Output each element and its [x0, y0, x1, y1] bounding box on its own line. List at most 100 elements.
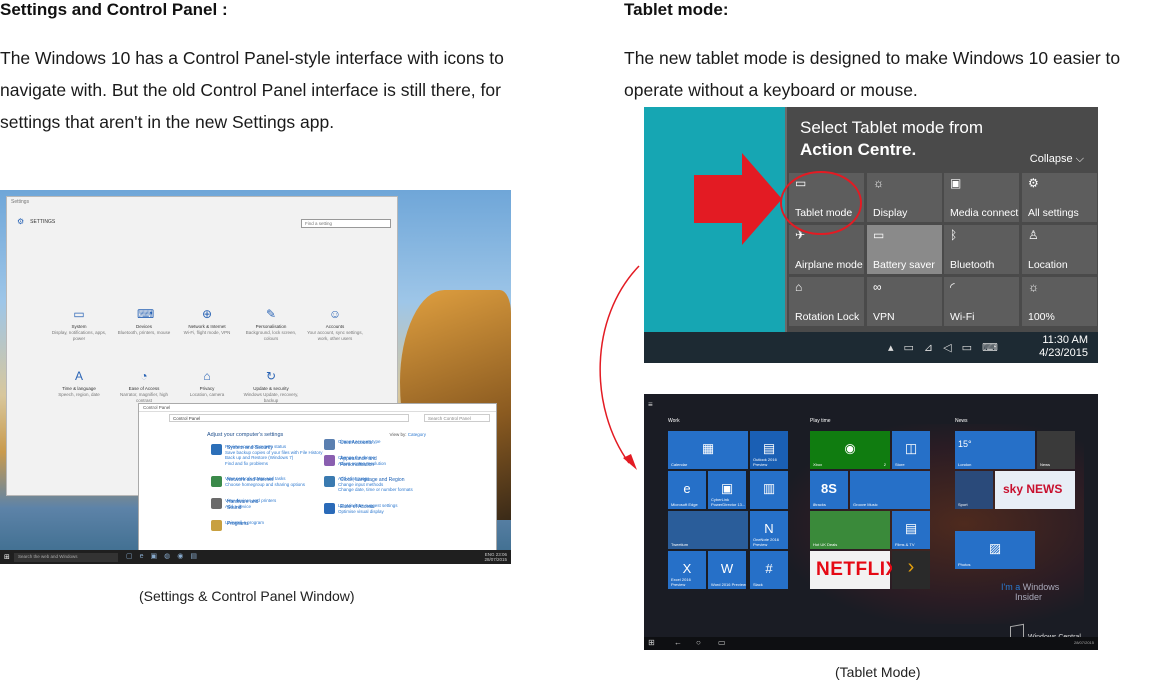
settings-item-network[interactable]: ⊕ Network & Internet Wi-Fi, flight mode,… [177, 307, 237, 336]
tile-cyberlink[interactable]: ▣ CyberLink PowerDirector 13... [708, 471, 746, 509]
tile-news[interactable]: News [1037, 431, 1075, 469]
cp-appearance[interactable]: Appearance and Personalisation Change th… [324, 455, 386, 467]
settings-item-ease-of-access[interactable]: ◔ Ease of Access Narrator, magnifier, hi… [114, 369, 174, 404]
collapse-button[interactable]: Collapse ⌵ [1030, 153, 1084, 166]
users-icon [324, 439, 335, 450]
settings-item-devices[interactable]: ⌨ Devices Bluetooth, printers, mouse [114, 307, 174, 336]
settings-item-privacy[interactable]: ⌂ Privacy Location, camera [177, 369, 237, 398]
refresh-icon: ↻ [265, 369, 277, 383]
language-icon: A [74, 369, 83, 383]
windows-start-icon[interactable]: ⊞ [648, 638, 655, 647]
tile-store[interactable]: ◫ Store [892, 431, 930, 469]
system-tray-icons[interactable]: ▴▭⊿◁▭⌨ [888, 341, 1008, 354]
action-centre-panel: Select Tablet mode from Action Centre. C… [785, 107, 1098, 335]
media-connect-icon: ▣ [950, 176, 962, 190]
tile-photos[interactable]: ▨ Photos [955, 531, 1035, 569]
tile-sky-news[interactable]: sky NEWS [995, 471, 1075, 509]
control-panel-search-input[interactable]: Search Control Panel [424, 414, 490, 422]
programs-icon [211, 520, 222, 531]
plex-icon: › [907, 556, 915, 579]
settings-screenshot: Settings ⚙ SETTINGS Find a setting ▭ Sys… [0, 190, 511, 564]
ease-of-access-icon [324, 503, 335, 514]
cp-network-internet[interactable]: Network and Internet View network status… [211, 476, 305, 487]
tile-display[interactable]: ☼ Display [867, 173, 942, 222]
left-line-1: The Windows 10 has a Control Panel-style… [0, 48, 504, 68]
tile-plex[interactable]: › [892, 551, 930, 589]
control-panel-title: Adjust your computer's settings [207, 432, 284, 438]
settings-item-update[interactable]: ↻ Update & security Windows Update, reco… [241, 369, 301, 404]
taskbar-clock[interactable]: ENG 23:06 28/07/2015 [484, 552, 507, 562]
action-centre-taskbar: ▴▭⊿◁▭⌨ 11:30 AM 4/23/2015 [644, 332, 1098, 363]
action-centre-screenshot: Select Tablet mode from Action Centre. C… [644, 107, 1098, 363]
back-arrow-icon[interactable]: ← [674, 638, 682, 647]
tile-all-settings[interactable]: ⚙ All settings [1022, 173, 1097, 222]
tile-excel[interactable]: X Excel 2016 Preview [668, 551, 706, 589]
tile-brightness[interactable]: ☼ 100% [1022, 277, 1097, 326]
left-line-3: settings that aren't in the new Settings… [0, 112, 335, 132]
view-by-selector[interactable]: View by: Category [390, 432, 426, 437]
film-icon: ▤ [904, 520, 918, 536]
tile-tweetium[interactable]: Tweetium [668, 511, 748, 549]
cp-ease-of-access[interactable]: Ease of Access Let Windows suggest setti… [324, 503, 398, 514]
tile-media-connect[interactable]: ▣ Media connect [944, 173, 1019, 222]
excel-icon: X [682, 561, 692, 576]
network-icon [211, 476, 222, 487]
taskbar-clock[interactable]: 11:30 AM 4/23/2015 [1039, 334, 1088, 360]
settings-item-time-language[interactable]: A Time & language Speech, region, date [49, 369, 109, 398]
tile-location[interactable]: ♙ Location [1022, 225, 1097, 274]
bluetooth-icon: ᛒ [950, 228, 958, 242]
tile-tablet-mode[interactable]: ▭ Tablet mode [789, 173, 864, 222]
word-icon: W [720, 561, 734, 576]
tile-films-tv[interactable]: ▤ Films & TV [892, 511, 930, 549]
settings-item-personalisation[interactable]: ✎ Personalisation Background, lock scree… [241, 307, 301, 342]
taskbar-search-input[interactable]: Search the web and Windows [14, 553, 118, 562]
hamburger-menu-icon[interactable]: ≡ [648, 400, 653, 409]
cp-system-security[interactable]: System and Security Review your computer… [211, 444, 323, 466]
tile-weather[interactable]: 15° London [955, 431, 1035, 469]
tile-vpn[interactable]: ∞ VPN [867, 277, 942, 326]
tile-sport[interactable]: Sport [955, 471, 993, 509]
tile-onenote[interactable]: N OneNote 2016 Preview [750, 511, 788, 549]
find-setting-input[interactable]: Find a setting [301, 219, 391, 228]
left-line-2: navigate with. But the old Control Panel… [0, 80, 501, 100]
cp-user-accounts[interactable]: User Accounts Change account type [324, 439, 381, 450]
chevron-down-icon: ⌵ [1075, 153, 1084, 165]
cp-hardware-sound[interactable]: Hardware and Sound View devices and prin… [211, 498, 276, 510]
cp-programs[interactable]: Programs Uninstall a program [211, 520, 264, 531]
windows-start-icon[interactable]: ⊞ [4, 553, 10, 561]
red-arrow-icon [694, 153, 782, 245]
tile-slack[interactable]: # Slack [750, 551, 788, 589]
tile-bluetooth[interactable]: ᛒ Bluetooth [944, 225, 1019, 274]
tile-netflix[interactable]: NETFLIX [810, 551, 898, 589]
group-playtime-label: Play time [810, 418, 831, 424]
tablet-mode-screenshot: ≡ Work Play time News ▦ Calendar ▤ Outlo… [644, 394, 1098, 650]
tile-airplane-mode[interactable]: ✈ Airplane mode [789, 225, 864, 274]
tile-rotation-lock[interactable]: ⌂ Rotation Lock [789, 277, 864, 326]
printer-icon [211, 498, 222, 509]
settings-item-accounts[interactable]: ☺ Accounts Your account, sync settings, … [305, 307, 365, 342]
tile-wifi[interactable]: ◜ Wi-Fi [944, 277, 1019, 326]
tile-trello[interactable]: ▥ [750, 471, 788, 509]
tile-8tracks[interactable]: 8S 8tracks [810, 471, 848, 509]
globe-icon: ⊕ [201, 307, 213, 321]
tile-word[interactable]: W Word 2016 Preview [708, 551, 746, 589]
task-view-icon[interactable]: ▭ [718, 638, 726, 647]
brightness-icon: ☼ [1028, 280, 1039, 294]
taskbar-app-icons[interactable]: ▢e▣◍◉▤ [126, 552, 204, 560]
tile-groove-music[interactable]: Groove Music [850, 471, 930, 509]
tile-xbox[interactable]: ◉ Xbox 2 [810, 431, 890, 469]
windows-insider-badge: I'm a Windows Insider [1001, 582, 1060, 602]
search-circle-icon[interactable]: ○ [696, 638, 701, 647]
tile-outlook[interactable]: ▤ Outlook 2016 Preview [750, 431, 788, 469]
tile-hot-uk-deals[interactable]: Hot UK Deals [810, 511, 890, 549]
photos-icon: ▨ [988, 540, 1002, 556]
brightness-icon: ☼ [873, 176, 884, 190]
settings-item-system[interactable]: ▭ System Display, notifications, apps, p… [49, 307, 109, 342]
tile-battery-saver[interactable]: ▭ Battery saver [867, 225, 942, 274]
tile-edge[interactable]: e Microsoft Edge [668, 471, 706, 509]
cp-clock-language[interactable]: Clock, Language and Region Add a languag… [324, 476, 413, 493]
tile-calendar[interactable]: ▦ Calendar [668, 431, 748, 469]
devices-icon: ⌨ [137, 307, 155, 321]
person-icon: ☺ [328, 307, 342, 321]
control-panel-address-bar[interactable]: Control Panel [169, 414, 409, 422]
